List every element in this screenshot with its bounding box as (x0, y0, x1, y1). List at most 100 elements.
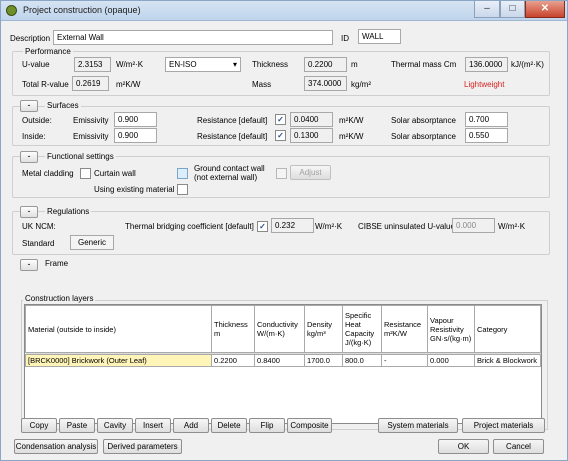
existing-material-checkbox[interactable] (177, 184, 188, 195)
insert-button[interactable]: Insert (135, 418, 171, 433)
layers-table[interactable]: Material (outside to inside) Thickness m… (24, 304, 542, 424)
description-field[interactable]: External Wall (53, 30, 333, 45)
layers-title: Construction layers (23, 294, 96, 303)
add-button[interactable]: Add (173, 418, 209, 433)
header-category-label: Category (477, 324, 508, 334)
cell-thickness[interactable]: 0.2200 (211, 354, 255, 367)
thermal-bridging-default-checkbox[interactable]: ✓ (257, 221, 268, 232)
table-row[interactable]: [BRCK0000] Brickwork (Outer Leaf) 0.2200… (25, 354, 541, 367)
maximize-button[interactable]: □ (500, 1, 525, 18)
header-thickness-label: Thickness (214, 320, 248, 329)
outside-solar-field[interactable]: 0.700 (465, 112, 508, 127)
header-thickness-unit: m (214, 329, 221, 338)
header-specific-heat[interactable]: Specific Heat Capacity J/(kg·K) (342, 305, 382, 353)
inside-solar-field[interactable]: 0.550 (465, 128, 508, 143)
ground-contact-label: Ground contact wall (194, 164, 265, 173)
outside-resistance-unit: m²K/W (339, 116, 364, 125)
layers-grid: Material (outside to inside) Thickness m… (25, 305, 541, 367)
copy-button[interactable]: Copy (21, 418, 57, 433)
header-density-label: Density (307, 320, 333, 329)
cell-specific-heat[interactable]: 800.0 (342, 354, 382, 367)
frame-title: Frame (45, 259, 69, 268)
cell-vapour[interactable]: 0.000 (427, 354, 475, 367)
ground-contact-sublabel: (not external wall) (194, 173, 258, 182)
functional-collapse-button[interactable]: - (20, 151, 38, 163)
outside-emissivity-label: Emissivity (73, 116, 109, 125)
header-resistance-unit: m²K/W (384, 329, 407, 338)
derived-parameters-button[interactable]: Derived parameters (103, 439, 182, 454)
performance-title: Performance (23, 47, 73, 56)
outside-label: Outside: (22, 116, 52, 125)
total-r-unit: m²K/W (116, 80, 141, 89)
standard-select[interactable]: EN-ISO ▾ (165, 57, 241, 72)
existing-material-label: Using existing material (94, 185, 175, 194)
cell-resistance[interactable]: - (381, 354, 428, 367)
header-density[interactable]: Density kg/m³ (304, 305, 343, 353)
mass-unit: kg/m² (351, 80, 371, 89)
cancel-button[interactable]: Cancel (493, 439, 544, 454)
regulations-collapse-button[interactable]: - (20, 206, 38, 218)
mass-field: 374.0000 (304, 76, 347, 91)
layers-header-row: Material (outside to inside) Thickness m… (25, 305, 541, 353)
header-material-label: Material (outside to inside) (28, 324, 116, 334)
u-value-label: U-value (22, 60, 50, 69)
u-value-unit: W/m²·K (116, 60, 144, 69)
header-thickness[interactable]: Thickness m (211, 305, 255, 353)
project-materials-button[interactable]: Project materials (462, 418, 545, 433)
window-title: Project construction (opaque) (23, 5, 141, 15)
ground-contact-checkbox[interactable] (276, 168, 287, 179)
surfaces-collapse-button[interactable]: - (20, 100, 38, 112)
cibse-unit: W/m²·K (498, 222, 526, 231)
header-conductivity-unit: W/(m·K) (257, 329, 285, 338)
frame-collapse-button[interactable]: - (20, 259, 38, 271)
cell-material[interactable]: [BRCK0000] Brickwork (Outer Leaf) (25, 354, 212, 367)
outside-resistance-default-checkbox[interactable]: ✓ (275, 114, 286, 125)
header-vapour[interactable]: Vapour Resistivity GN·s/(kg·m) (427, 305, 475, 353)
header-vapour-unit: GN·s/(kg·m) (430, 333, 472, 343)
outside-resistance-label: Resistance [default] (197, 116, 268, 125)
close-button[interactable]: ✕ (525, 1, 565, 18)
inside-emissivity-label: Emissivity (73, 132, 109, 141)
cell-conductivity[interactable]: 0.8400 (254, 354, 305, 367)
header-resistance-label: Resistance (384, 320, 422, 329)
header-specific-heat-label-3: Capacity (345, 329, 375, 338)
metal-cladding-checkbox[interactable] (80, 168, 91, 179)
title-bar[interactable]: Project construction (opaque) – □ ✕ (1, 1, 567, 21)
header-category[interactable]: Category (474, 305, 541, 353)
cavity-button[interactable]: Cavity (97, 418, 133, 433)
ok-button[interactable]: OK (438, 439, 489, 454)
composite-button[interactable]: Composite (287, 418, 332, 433)
paste-button[interactable]: Paste (59, 418, 95, 433)
weight-class-label: Lightweight (464, 80, 505, 89)
standard-field[interactable]: Generic (70, 235, 114, 250)
header-specific-heat-unit: J/(kg·K) (345, 338, 372, 347)
adjust-button[interactable]: Adjust (290, 165, 331, 180)
id-field[interactable]: WALL (358, 29, 401, 44)
header-conductivity[interactable]: Conductivity W/(m·K) (254, 305, 305, 353)
chevron-down-icon: ▾ (232, 60, 237, 69)
outside-emissivity-field[interactable]: 0.900 (114, 112, 157, 127)
system-materials-button[interactable]: System materials (378, 418, 458, 433)
cell-category[interactable]: Brick & Blockwork (474, 354, 541, 367)
flip-button[interactable]: Flip (249, 418, 285, 433)
cell-density[interactable]: 1700.0 (304, 354, 343, 367)
inside-resistance-default-checkbox[interactable]: ✓ (275, 130, 286, 141)
curtain-wall-checkbox[interactable] (177, 168, 188, 179)
uk-ncm-label: UK NCM: (22, 222, 56, 231)
delete-button[interactable]: Delete (211, 418, 247, 433)
inside-label: Inside: (22, 132, 46, 141)
header-conductivity-label: Conductivity (257, 320, 298, 329)
inside-resistance-label: Resistance [default] (197, 132, 268, 141)
condensation-analysis-button[interactable]: Condensation analysis (14, 439, 98, 454)
header-resistance[interactable]: Resistance m²K/W (381, 305, 428, 353)
header-material[interactable]: Material (outside to inside) (25, 305, 212, 353)
inside-solar-label: Solar absorptance (391, 132, 456, 141)
minimize-button[interactable]: – (474, 1, 500, 18)
inside-emissivity-field[interactable]: 0.900 (114, 128, 157, 143)
header-vapour-label-2: Resistivity (430, 324, 464, 334)
outside-solar-label: Solar absorptance (391, 116, 456, 125)
cibse-label: CIBSE uninsulated U-value (358, 222, 455, 231)
app-logo-icon (6, 5, 17, 16)
outside-resistance-field: 0.0400 (290, 112, 333, 127)
id-label: ID (341, 34, 349, 43)
